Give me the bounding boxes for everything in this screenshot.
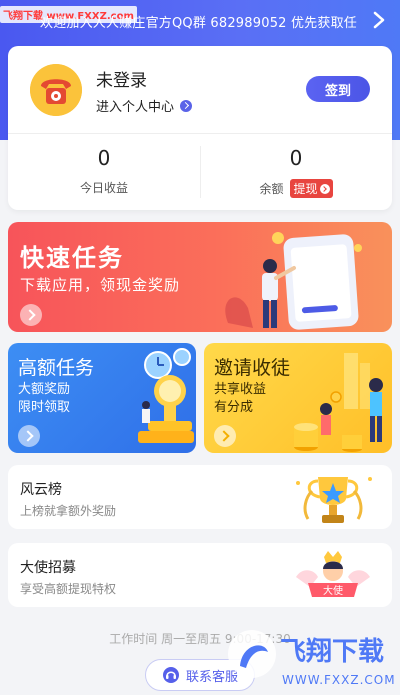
ranking-card[interactable]: 风云榜 上榜就拿额外奖励 bbox=[8, 465, 392, 529]
balance-label: 余额 提现 bbox=[200, 179, 392, 198]
avatar[interactable] bbox=[30, 64, 82, 116]
notice-bar[interactable]: 飞翔下载 www.FXXZ.com 欢迎加入人人赚庄官方QQ群 68298905… bbox=[0, 0, 400, 40]
invite-line1: 共享收益 bbox=[214, 382, 267, 397]
high-task-subtitle: 大额奖励 限时领取 bbox=[18, 381, 70, 417]
invite-subtitle: 共享收益 有分成 bbox=[214, 381, 266, 417]
ambassador-badge-icon: 大使 bbox=[296, 551, 370, 597]
today-income-label: 今日收益 bbox=[8, 179, 200, 196]
site-watermark: 飞翔下载 WWW.FXXZ.COM bbox=[228, 630, 394, 687]
balance-value: 0 bbox=[289, 146, 303, 170]
phone-illustration-icon bbox=[225, 232, 362, 330]
high-task-line1: 大额奖励 bbox=[18, 382, 71, 397]
high-task-tile[interactable]: 高额任务 大额奖励 限时领取 bbox=[8, 343, 196, 453]
trophy-icon bbox=[296, 477, 372, 523]
watermark-url: WWW.FXXZ.COM bbox=[282, 673, 394, 687]
ambassador-title: 大使招募 bbox=[20, 560, 76, 576]
checkin-button[interactable]: 签到 bbox=[306, 76, 370, 102]
invite-line2: 有分成 bbox=[214, 400, 254, 415]
ambassador-badge-text: 大使 bbox=[323, 584, 343, 597]
ranking-title: 风云榜 bbox=[20, 482, 62, 498]
ambassador-subtitle: 享受高额提现特权 bbox=[20, 582, 117, 596]
notice-text: 欢迎加入人人赚庄官方QQ群 682989052 优先获取任 bbox=[40, 16, 357, 31]
clock-trophy-illustration-icon bbox=[138, 348, 194, 443]
go-arrow-icon[interactable] bbox=[214, 425, 236, 447]
withdraw-label: 提现 bbox=[293, 182, 318, 196]
personal-center-label: 进入个人中心 bbox=[96, 100, 175, 115]
fast-task-subtitle: 下载应用，领现金奖励 bbox=[20, 276, 181, 294]
arrow-circle-icon bbox=[319, 183, 330, 194]
arrow-circle-icon bbox=[180, 99, 193, 112]
balance-label-text: 余额 bbox=[259, 182, 284, 196]
phone-avatar-icon bbox=[30, 64, 82, 116]
fast-task-title: 快速任务 bbox=[20, 244, 124, 272]
fast-task-banner[interactable]: 快速任务 下载应用，领现金奖励 bbox=[8, 222, 392, 332]
coins-people-illustration-icon bbox=[294, 353, 383, 452]
chevron-right-icon[interactable] bbox=[372, 9, 386, 31]
user-card: 未登录 进入个人中心 签到 0 今日收益 0 余额 提现 bbox=[8, 46, 392, 210]
high-task-line2: 限时领取 bbox=[18, 400, 71, 415]
today-income-value: 0 bbox=[97, 146, 111, 170]
headset-icon bbox=[162, 667, 179, 683]
withdraw-button[interactable]: 提现 bbox=[289, 179, 333, 198]
divider bbox=[8, 133, 392, 134]
high-task-title: 高额任务 bbox=[18, 357, 95, 379]
ambassador-card[interactable]: 大使招募 享受高额提现特权 大使 bbox=[8, 543, 392, 607]
go-arrow-icon[interactable] bbox=[20, 304, 42, 326]
personal-center-link[interactable]: 进入个人中心 bbox=[96, 96, 193, 115]
go-arrow-icon[interactable] bbox=[18, 425, 40, 447]
ranking-subtitle: 上榜就拿额外奖励 bbox=[20, 504, 117, 518]
invite-title: 邀请收徒 bbox=[214, 357, 291, 379]
invite-tile[interactable]: 邀请收徒 共享收益 有分成 bbox=[204, 343, 392, 453]
watermark-brand: 飞翔下载 bbox=[280, 637, 384, 667]
today-income-label-text: 今日收益 bbox=[79, 181, 128, 195]
user-name: 未登录 bbox=[96, 71, 147, 91]
